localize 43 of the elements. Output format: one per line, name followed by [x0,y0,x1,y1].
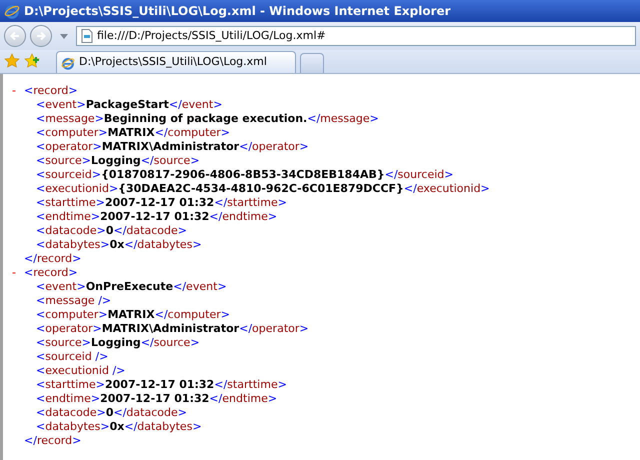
xml-element-line: <source>Logging</source> [36,154,201,168]
collapse-toggle[interactable]: - [12,266,24,280]
add-favorites-icon[interactable] [24,53,40,69]
back-button[interactable] [4,25,26,47]
browser-tab[interactable]: D:\Projects\SSIS_Utili\LOG\Log.xml [56,51,296,73]
xml-element-line: <endtime>2007-12-17 01:32</endtime> [36,392,278,406]
new-tab-button[interactable] [300,53,324,73]
xml-element-line: <event>OnPreExecute</event> [36,280,228,294]
xml-element-line: <databytes>0x</databytes> [36,238,203,252]
dropdown-caret-icon[interactable] [60,34,68,38]
window-title: D:\Projects\SSIS_Utili\LOG\Log.xml - Windows Internet Explorer [24,3,451,20]
address-field[interactable]: file:///D:/Projects/SSIS_Utili/LOG/Log.xml# [76,26,636,46]
back-arrow-icon [9,30,21,42]
collapse-toggle[interactable]: - [12,84,24,98]
xml-element-line: </record> [24,252,82,265]
forward-button[interactable] [30,25,52,47]
xml-element-line: <sourceid /> [36,350,110,364]
xml-element-line: <operator>MATRIX\Administrator</operator> [36,322,310,336]
browser-logo-icon [61,56,75,70]
browser-logo-icon [4,3,20,19]
xml-element-line: </record> [24,434,82,447]
xml-element-line: <executionid /> [36,364,126,378]
xml-element-line: <datacode>0</datacode> [36,406,188,420]
favorites-star-icon[interactable] [4,53,20,69]
xml-element-line: <starttime>2007-12-17 01:32</starttime> [36,196,288,210]
xml-element-line: <starttime>2007-12-17 01:32</starttime> [36,378,288,392]
xml-element-line: <sourceid>{01870817-2906-4806-8B53-34CD8EB184AB}</sourceid> [36,168,454,182]
address-text: file:///D:/Projects/SSIS_Utili/LOG/Log.xml# [97,28,326,44]
xml-element-line: <computer>MATRIX</computer> [36,126,231,140]
xml-element-line: <databytes>0x</databytes> [36,420,203,434]
xml-element-line: <event>PackageStart</event> [36,98,224,112]
xml-element-line: <record> [24,84,78,98]
xml-element-line: <source>Logging</source> [36,336,201,350]
xml-element-line: <message /> [36,294,112,308]
forward-arrow-icon [35,30,47,42]
xml-element-line: <executionid>{30DAEA2C-4534-4810-962C-6C01E879DCCF}</executionid> [36,182,491,196]
xml-element-line: <datacode>0</datacode> [36,224,188,238]
xml-element-line: <computer>MATRIX</computer> [36,308,231,322]
xml-element-line: <record> [24,266,78,280]
xml-element-line: <endtime>2007-12-17 01:32</endtime> [36,210,278,224]
xml-element-line: <operator>MATRIX\Administrator</operator> [36,140,310,154]
xml-element-line: <message>Beginning of package execution.</message> [36,112,380,126]
page-icon [81,29,93,43]
